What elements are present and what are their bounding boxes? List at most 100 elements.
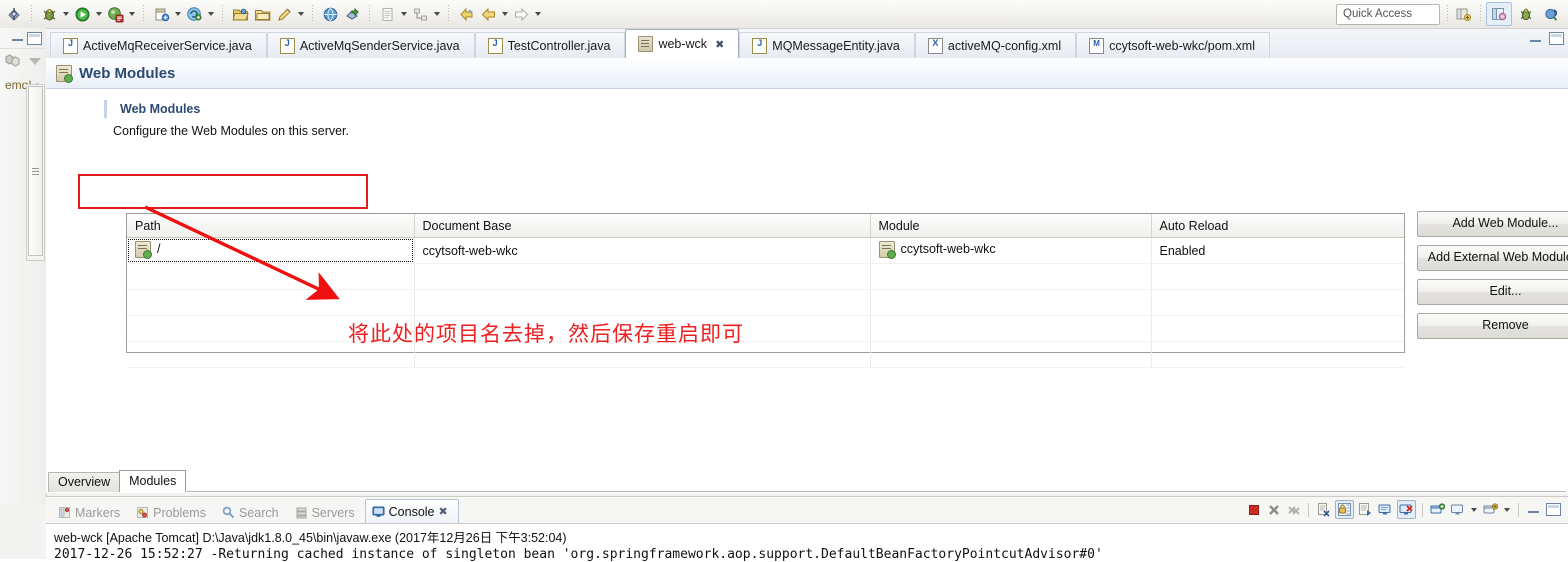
chevron-down-icon[interactable]	[1471, 507, 1477, 512]
quick-access-input[interactable]: Quick Access	[1336, 3, 1440, 25]
outline-dropdown-arrow[interactable]	[431, 3, 442, 25]
minimize-glyph	[1528, 507, 1539, 513]
column-header-module[interactable]: Module	[870, 214, 1152, 238]
save-all-dropdown-arrow[interactable]	[205, 3, 216, 25]
add-external-web-module-button[interactable]: Add External Web Module...	[1417, 245, 1568, 271]
console-log-line: 2017-12-26 15:52:27 -Returning cached in…	[54, 547, 1103, 562]
display-selected-console-icon[interactable]	[1449, 501, 1466, 518]
perspective-switcher	[1451, 2, 1568, 26]
form-tab-modules[interactable]: Modules	[119, 470, 187, 492]
close-icon[interactable]: ✖	[715, 38, 724, 51]
profile-icon[interactable]	[104, 3, 126, 25]
new-console-view-icon[interactable]	[1429, 501, 1446, 518]
left-rail-scrollbar-thumb[interactable]	[28, 86, 43, 256]
view-tab-search[interactable]: Search	[216, 502, 289, 523]
java-ee-perspective-icon[interactable]	[1486, 2, 1512, 26]
document-icon[interactable]	[376, 3, 398, 25]
table-row[interactable]: / ccytsoft-web-wkc ccytsoft-web-wkc Enab…	[127, 237, 1404, 264]
maximize-icon[interactable]	[1545, 501, 1562, 518]
cell-module[interactable]: ccytsoft-web-wkc	[870, 237, 1152, 264]
minimize-icon[interactable]	[1525, 501, 1542, 518]
column-header-path[interactable]: Path	[127, 214, 415, 238]
toolbar-separator	[31, 5, 32, 23]
table-row[interactable]	[127, 341, 1404, 368]
server-icon	[638, 36, 654, 52]
edit-pencil-icon[interactable]	[273, 3, 295, 25]
form-tab-overview[interactable]: Overview	[48, 472, 121, 492]
package-explorer-icon[interactable]	[5, 53, 20, 70]
show-console-on-output-icon[interactable]	[1377, 501, 1394, 518]
pom-file-icon	[1089, 37, 1105, 54]
forward-arrow-icon[interactable]	[510, 3, 532, 25]
archive-icon[interactable]	[251, 3, 273, 25]
run-icon[interactable]	[71, 3, 93, 25]
new-wizard-icon[interactable]	[150, 3, 172, 25]
new-dropdown-arrow[interactable]	[172, 3, 183, 25]
add-web-module-button[interactable]: Add Web Module...	[1417, 211, 1568, 237]
edit-button[interactable]: Edit...	[1417, 279, 1568, 305]
open-perspective-icon[interactable]	[1451, 3, 1475, 25]
editor-tab-pom[interactable]: ccytsoft-web-wkc/pom.xml	[1076, 32, 1270, 58]
toolbar-separator	[1447, 5, 1448, 23]
deploy-icon[interactable]	[341, 3, 363, 25]
editor-tab-mqmessageentity[interactable]: MQMessageEntity.java	[739, 32, 915, 58]
terminate-icon[interactable]	[1245, 501, 1262, 518]
console-toolbar-divider	[1422, 502, 1423, 517]
table-row[interactable]	[127, 289, 1404, 316]
view-tab-problems[interactable]: Problems	[130, 502, 216, 523]
open-console-icon[interactable]	[1482, 501, 1499, 518]
editor-tab-activemqreceiverservice[interactable]: ActiveMqReceiverService.java	[50, 32, 267, 58]
save-all-icon[interactable]	[183, 3, 205, 25]
back-yellow-icon[interactable]	[455, 3, 477, 25]
chevron-down-icon[interactable]	[1504, 507, 1510, 512]
pin-console-icon[interactable]	[1397, 500, 1416, 519]
maximize-icon[interactable]	[1549, 32, 1564, 45]
remove-button[interactable]: Remove	[1417, 313, 1568, 339]
back-arrow-icon[interactable]	[477, 3, 499, 25]
remove-all-terminated-icon[interactable]	[1285, 501, 1302, 518]
minimize-icon[interactable]	[12, 35, 23, 41]
column-header-auto-reload[interactable]: Auto Reload	[1151, 214, 1404, 238]
editor-tab-activemqsenderservice[interactable]: ActiveMqSenderService.java	[266, 32, 475, 58]
left-rail-scrollbar[interactable]	[26, 84, 45, 261]
close-icon[interactable]: ✖	[439, 505, 448, 518]
remove-launch-icon[interactable]	[1265, 501, 1282, 518]
console-output[interactable]: web-wck [Apache Tomcat] D:\Java\jdk1.8.0…	[46, 523, 1568, 562]
clear-console-icon[interactable]	[1315, 501, 1332, 518]
cell-path[interactable]: /	[127, 237, 415, 264]
globe-icon[interactable]	[319, 3, 341, 25]
table-row[interactable]	[127, 315, 1404, 342]
table-row[interactable]	[127, 263, 1404, 290]
bug-icon[interactable]	[38, 3, 60, 25]
debug-perspective-icon[interactable]	[1514, 3, 1538, 25]
back-dropdown-arrow[interactable]	[499, 3, 510, 25]
scroll-lock-icon[interactable]	[1335, 500, 1354, 519]
debug-icon[interactable]	[3, 3, 25, 25]
search-icon	[222, 506, 235, 519]
column-header-document-base[interactable]: Document Base	[414, 214, 871, 238]
view-tab-console[interactable]: Console ✖	[364, 499, 459, 523]
minimize-icon[interactable]	[1530, 36, 1541, 42]
cell-auto-reload[interactable]: Enabled	[1151, 237, 1404, 264]
editor-tab-testcontroller[interactable]: TestController.java	[474, 32, 626, 58]
chevron-down-icon[interactable]	[29, 57, 41, 65]
web-modules-table[interactable]: Path Document Base Module Auto Reload /	[126, 213, 1405, 368]
editor-tab-web-wck[interactable]: web-wck ✖	[625, 29, 740, 58]
forward-dropdown-arrow[interactable]	[532, 3, 543, 25]
open-folder-icon[interactable]	[229, 3, 251, 25]
editor-tab-activemq-config[interactable]: activeMQ-config.xml	[914, 32, 1077, 58]
java-perspective-icon[interactable]	[1540, 3, 1564, 25]
edit-dropdown-arrow[interactable]	[295, 3, 306, 25]
word-wrap-icon[interactable]	[1357, 501, 1374, 518]
outline-icon[interactable]	[409, 3, 431, 25]
maximize-icon[interactable]	[27, 31, 42, 45]
view-tab-servers[interactable]: Servers	[289, 502, 365, 523]
cell-document-base[interactable]: ccytsoft-web-wkc	[414, 237, 871, 264]
view-tab-markers[interactable]: Markers	[52, 502, 130, 523]
web-module-icon	[56, 64, 73, 83]
cell-empty	[127, 289, 415, 316]
run-dropdown-arrow[interactable]	[93, 3, 104, 25]
document-dropdown-arrow[interactable]	[398, 3, 409, 25]
bug-dropdown-arrow[interactable]	[60, 3, 71, 25]
profile-dropdown-arrow[interactable]	[126, 3, 137, 25]
